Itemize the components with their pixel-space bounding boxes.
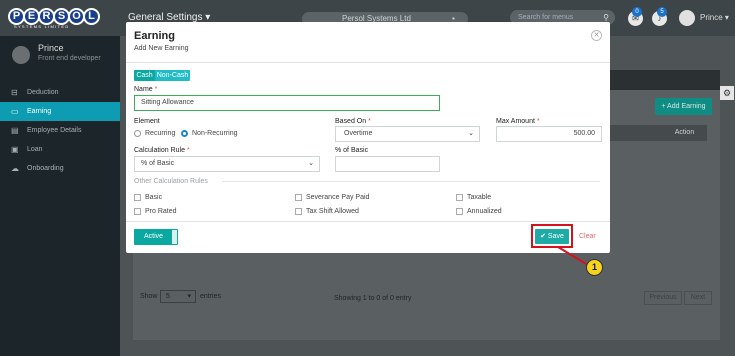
name-input[interactable]: Sitting Allowance — [134, 95, 440, 111]
close-icon[interactable]: ✕ — [591, 30, 602, 41]
severance-label: Severance Pay Paid — [306, 194, 370, 201]
sidebar-item-deduction[interactable]: ⊟ Deduction — [0, 83, 120, 102]
sidebar-item-loan[interactable]: ▣ Loan — [0, 140, 120, 159]
recurring-radio[interactable] — [134, 130, 141, 137]
taxable-label: Taxable — [467, 194, 492, 201]
element-label: Element — [134, 118, 160, 125]
non-recurring-radio[interactable] — [181, 130, 188, 137]
logo-subtext: SYSTEMS LIMITED — [14, 24, 70, 29]
other-rules-heading: Other Calculation Rules — [134, 178, 208, 185]
pro-rated-checkbox[interactable] — [134, 208, 141, 215]
save-button[interactable]: ✔ Save — [535, 229, 569, 244]
based-on-label: Based On * — [335, 118, 371, 125]
show-label: Show — [140, 293, 158, 300]
entries-label: entries — [200, 293, 222, 300]
pct-of-basic-label: % of Basic — [335, 147, 369, 154]
chevron-down-icon: ⌄ — [468, 130, 474, 137]
pct-of-basic-input[interactable] — [335, 156, 440, 172]
divider — [126, 62, 610, 63]
calculation-rule-select[interactable]: % of Basic ⌄ — [134, 156, 320, 172]
sidebar-item-earning[interactable]: ▭ Earning — [0, 102, 120, 121]
action-column-header: Action — [662, 125, 707, 141]
minus-square-icon: ⊟ — [11, 88, 18, 97]
name-label: Name * — [134, 86, 158, 93]
id-card-icon: ▤ — [11, 126, 19, 135]
sidebar-item-employee-details[interactable]: ▤ Employee Details — [0, 121, 120, 140]
sidebar-item-onboarding[interactable]: ☁ Onboarding — [0, 159, 120, 178]
notifications-badge: 5 — [657, 7, 667, 17]
user-menu[interactable]: Prince ▾ — [700, 13, 729, 22]
divider — [222, 181, 600, 182]
next-button[interactable]: Next — [684, 291, 712, 305]
toggle-knob — [172, 230, 177, 244]
persol-logo[interactable]: PERSOL SYSTEMS LIMITED — [8, 6, 120, 32]
loan-icon: ▣ — [11, 145, 19, 154]
profile-avatar — [12, 46, 30, 64]
modal-subtitle: Add New Earning — [134, 45, 189, 52]
gear-icon[interactable]: ⚙ — [720, 86, 734, 100]
annualized-checkbox[interactable] — [456, 208, 463, 215]
tax-shift-label: Tax Shift Allowed — [306, 208, 359, 215]
taxable-checkbox[interactable] — [456, 194, 463, 201]
basic-label: Basic — [145, 194, 163, 201]
based-on-select[interactable]: Overtime ⌄ — [335, 126, 480, 142]
previous-button[interactable]: Previous — [644, 291, 682, 305]
severance-checkbox[interactable] — [295, 194, 302, 201]
max-amount-label: Max Amount * — [496, 118, 540, 125]
pro-rated-label: Pro Rated — [145, 208, 177, 215]
max-amount-input[interactable]: 500.00 — [496, 126, 602, 142]
tax-shift-checkbox[interactable] — [295, 208, 302, 215]
calculation-rule-label: Calculation Rule * — [134, 147, 190, 154]
messages-badge: 0 — [632, 7, 642, 17]
annualized-label: Annualized — [467, 208, 502, 215]
profile-name: Prince — [38, 43, 64, 53]
basic-checkbox[interactable] — [134, 194, 141, 201]
recurring-label: Recurring — [145, 130, 176, 137]
divider — [126, 221, 610, 222]
profile-role: Front end developer — [38, 55, 101, 62]
modal-title: Earning — [134, 30, 175, 42]
money-icon: ▭ — [11, 107, 19, 116]
non-recurring-label: Non-Recurring — [192, 130, 238, 137]
chevron-down-icon: ⌄ — [308, 160, 314, 167]
tab-non-cash[interactable]: Non-Cash — [155, 70, 190, 81]
showing-info: Showing 1 to 0 of 0 entry — [334, 295, 412, 302]
clear-link[interactable]: Clear — [579, 233, 596, 240]
page-size-select[interactable]: 5 ▾ — [160, 290, 196, 303]
step-marker: 1 — [586, 259, 603, 276]
add-earning-button[interactable]: + Add Earning — [655, 98, 712, 115]
cloud-icon: ☁ — [11, 164, 19, 173]
user-avatar[interactable] — [679, 10, 695, 26]
tab-cash[interactable]: Cash — [134, 70, 155, 81]
